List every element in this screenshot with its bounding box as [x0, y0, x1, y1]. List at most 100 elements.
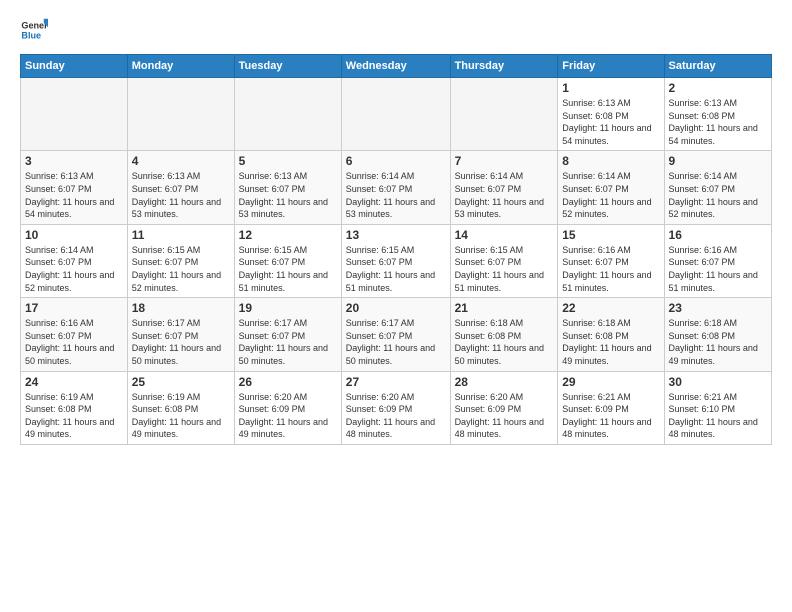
- calendar-cell: 24 Sunrise: 6:19 AM Sunset: 6:08 PM Dayli…: [21, 371, 128, 444]
- day-info: Sunrise: 6:14 AM Sunset: 6:07 PM Dayligh…: [562, 170, 659, 220]
- day-info: Sunrise: 6:16 AM Sunset: 6:07 PM Dayligh…: [669, 244, 767, 294]
- day-number: 10: [25, 228, 123, 242]
- day-info: Sunrise: 6:19 AM Sunset: 6:08 PM Dayligh…: [25, 391, 123, 441]
- calendar-header-wednesday: Wednesday: [341, 55, 450, 78]
- day-number: 28: [455, 375, 554, 389]
- calendar-header-row: SundayMondayTuesdayWednesdayThursdayFrid…: [21, 55, 772, 78]
- day-number: 14: [455, 228, 554, 242]
- svg-text:Blue: Blue: [21, 30, 41, 40]
- calendar-header-tuesday: Tuesday: [234, 55, 341, 78]
- day-info: Sunrise: 6:18 AM Sunset: 6:08 PM Dayligh…: [669, 317, 767, 367]
- day-number: 29: [562, 375, 659, 389]
- day-info: Sunrise: 6:13 AM Sunset: 6:08 PM Dayligh…: [669, 97, 767, 147]
- day-info: Sunrise: 6:15 AM Sunset: 6:07 PM Dayligh…: [455, 244, 554, 294]
- day-number: 7: [455, 154, 554, 168]
- calendar-cell: [21, 78, 128, 151]
- day-number: 26: [239, 375, 337, 389]
- day-number: 22: [562, 301, 659, 315]
- day-info: Sunrise: 6:16 AM Sunset: 6:07 PM Dayligh…: [25, 317, 123, 367]
- day-number: 8: [562, 154, 659, 168]
- day-number: 11: [132, 228, 230, 242]
- day-info: Sunrise: 6:20 AM Sunset: 6:09 PM Dayligh…: [239, 391, 337, 441]
- day-number: 21: [455, 301, 554, 315]
- calendar-cell: 30 Sunrise: 6:21 AM Sunset: 6:10 PM Dayli…: [664, 371, 771, 444]
- day-info: Sunrise: 6:20 AM Sunset: 6:09 PM Dayligh…: [455, 391, 554, 441]
- calendar-cell: 13Sunrise: 6:15 AM Sunset: 6:07 PM Dayli…: [341, 224, 450, 297]
- calendar-cell: 23 Sunrise: 6:18 AM Sunset: 6:08 PM Dayli…: [664, 298, 771, 371]
- calendar-cell: 21 Sunrise: 6:18 AM Sunset: 6:08 PM Dayli…: [450, 298, 558, 371]
- calendar-cell: 9Sunrise: 6:14 AM Sunset: 6:07 PM Daylig…: [664, 151, 771, 224]
- calendar-cell: 12Sunrise: 6:15 AM Sunset: 6:07 PM Dayli…: [234, 224, 341, 297]
- calendar-week-4: 17 Sunrise: 6:16 AM Sunset: 6:07 PM Dayli…: [21, 298, 772, 371]
- calendar-cell: 27 Sunrise: 6:20 AM Sunset: 6:09 PM Dayli…: [341, 371, 450, 444]
- day-number: 23: [669, 301, 767, 315]
- day-number: 1: [562, 81, 659, 95]
- day-number: 25: [132, 375, 230, 389]
- day-info: Sunrise: 6:15 AM Sunset: 6:07 PM Dayligh…: [132, 244, 230, 294]
- day-info: Sunrise: 6:21 AM Sunset: 6:09 PM Dayligh…: [562, 391, 659, 441]
- day-info: Sunrise: 6:17 AM Sunset: 6:07 PM Dayligh…: [346, 317, 446, 367]
- calendar-cell: 16Sunrise: 6:16 AM Sunset: 6:07 PM Dayli…: [664, 224, 771, 297]
- calendar-week-3: 10 Sunrise: 6:14 AM Sunset: 6:07 PM Dayli…: [21, 224, 772, 297]
- calendar-cell: 1 Sunrise: 6:13 AM Sunset: 6:08 PM Daylig…: [558, 78, 664, 151]
- calendar-cell: 18 Sunrise: 6:17 AM Sunset: 6:07 PM Dayli…: [127, 298, 234, 371]
- calendar-header-monday: Monday: [127, 55, 234, 78]
- calendar-cell: 20 Sunrise: 6:17 AM Sunset: 6:07 PM Dayli…: [341, 298, 450, 371]
- calendar-cell: 25Sunrise: 6:19 AM Sunset: 6:08 PM Dayli…: [127, 371, 234, 444]
- day-number: 13: [346, 228, 446, 242]
- calendar-header-thursday: Thursday: [450, 55, 558, 78]
- calendar-cell: 3 Sunrise: 6:13 AM Sunset: 6:07 PM Daylig…: [21, 151, 128, 224]
- calendar-header-saturday: Saturday: [664, 55, 771, 78]
- day-number: 27: [346, 375, 446, 389]
- day-info: Sunrise: 6:14 AM Sunset: 6:07 PM Dayligh…: [25, 244, 123, 294]
- calendar-cell: 10 Sunrise: 6:14 AM Sunset: 6:07 PM Dayli…: [21, 224, 128, 297]
- calendar-cell: 26 Sunrise: 6:20 AM Sunset: 6:09 PM Dayli…: [234, 371, 341, 444]
- calendar-week-2: 3 Sunrise: 6:13 AM Sunset: 6:07 PM Daylig…: [21, 151, 772, 224]
- calendar-cell: 29 Sunrise: 6:21 AM Sunset: 6:09 PM Dayli…: [558, 371, 664, 444]
- day-info: Sunrise: 6:13 AM Sunset: 6:08 PM Dayligh…: [562, 97, 659, 147]
- day-number: 20: [346, 301, 446, 315]
- day-number: 3: [25, 154, 123, 168]
- day-number: 2: [669, 81, 767, 95]
- calendar-cell: 28 Sunrise: 6:20 AM Sunset: 6:09 PM Dayli…: [450, 371, 558, 444]
- day-number: 15: [562, 228, 659, 242]
- day-number: 5: [239, 154, 337, 168]
- day-info: Sunrise: 6:14 AM Sunset: 6:07 PM Dayligh…: [455, 170, 554, 220]
- calendar-cell: 4Sunrise: 6:13 AM Sunset: 6:07 PM Daylig…: [127, 151, 234, 224]
- day-info: Sunrise: 6:18 AM Sunset: 6:08 PM Dayligh…: [562, 317, 659, 367]
- day-info: Sunrise: 6:13 AM Sunset: 6:07 PM Dayligh…: [25, 170, 123, 220]
- day-info: Sunrise: 6:13 AM Sunset: 6:07 PM Dayligh…: [239, 170, 337, 220]
- day-info: Sunrise: 6:17 AM Sunset: 6:07 PM Dayligh…: [239, 317, 337, 367]
- calendar-table: SundayMondayTuesdayWednesdayThursdayFrid…: [20, 54, 772, 445]
- day-number: 6: [346, 154, 446, 168]
- calendar-cell: 17 Sunrise: 6:16 AM Sunset: 6:07 PM Dayli…: [21, 298, 128, 371]
- calendar-cell: 11 Sunrise: 6:15 AM Sunset: 6:07 PM Dayli…: [127, 224, 234, 297]
- day-number: 30: [669, 375, 767, 389]
- calendar-cell: 22 Sunrise: 6:18 AM Sunset: 6:08 PM Dayli…: [558, 298, 664, 371]
- day-info: Sunrise: 6:14 AM Sunset: 6:07 PM Dayligh…: [346, 170, 446, 220]
- day-info: Sunrise: 6:17 AM Sunset: 6:07 PM Dayligh…: [132, 317, 230, 367]
- calendar-cell: 2 Sunrise: 6:13 AM Sunset: 6:08 PM Daylig…: [664, 78, 771, 151]
- page: General Blue SundayMondayTuesdayWednesda…: [0, 0, 792, 455]
- calendar-cell: [127, 78, 234, 151]
- calendar-cell: 8 Sunrise: 6:14 AM Sunset: 6:07 PM Daylig…: [558, 151, 664, 224]
- calendar-cell: [234, 78, 341, 151]
- logo-icon: General Blue: [20, 16, 48, 44]
- logo: General Blue: [20, 16, 52, 44]
- day-number: 18: [132, 301, 230, 315]
- calendar-week-5: 24 Sunrise: 6:19 AM Sunset: 6:08 PM Dayli…: [21, 371, 772, 444]
- day-number: 12: [239, 228, 337, 242]
- day-info: Sunrise: 6:13 AM Sunset: 6:07 PM Dayligh…: [132, 170, 230, 220]
- day-number: 17: [25, 301, 123, 315]
- day-info: Sunrise: 6:18 AM Sunset: 6:08 PM Dayligh…: [455, 317, 554, 367]
- day-number: 9: [669, 154, 767, 168]
- day-info: Sunrise: 6:20 AM Sunset: 6:09 PM Dayligh…: [346, 391, 446, 441]
- calendar-cell: 14 Sunrise: 6:15 AM Sunset: 6:07 PM Dayli…: [450, 224, 558, 297]
- day-number: 24: [25, 375, 123, 389]
- calendar-header-sunday: Sunday: [21, 55, 128, 78]
- calendar-header-friday: Friday: [558, 55, 664, 78]
- calendar-cell: [450, 78, 558, 151]
- day-info: Sunrise: 6:21 AM Sunset: 6:10 PM Dayligh…: [669, 391, 767, 441]
- calendar-cell: 6 Sunrise: 6:14 AM Sunset: 6:07 PM Daylig…: [341, 151, 450, 224]
- calendar-cell: 15Sunrise: 6:16 AM Sunset: 6:07 PM Dayli…: [558, 224, 664, 297]
